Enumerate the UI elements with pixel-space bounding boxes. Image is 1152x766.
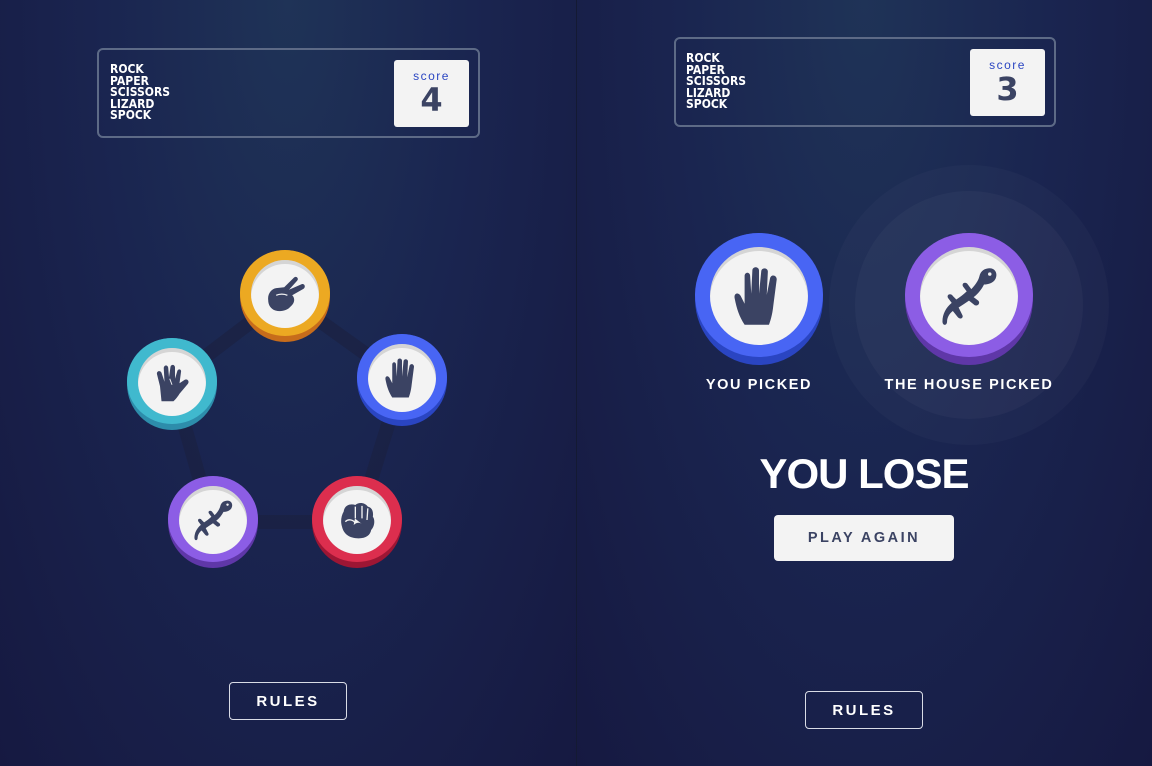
scissors-token[interactable] [240, 250, 330, 342]
fist-icon [337, 500, 377, 540]
lizard-icon [939, 266, 999, 326]
play-again-button[interactable]: PLAY AGAIN [774, 515, 954, 561]
open-hand-icon [384, 357, 420, 399]
rock-token[interactable] [312, 476, 402, 568]
house-picked-lizard-token [905, 233, 1033, 365]
scoreboard-header: ROCK PAPER SCISSORS LIZARD SPOCK score 3 [674, 37, 1056, 127]
rules-button[interactable]: RULES [805, 691, 923, 729]
pentagon-background [165, 289, 409, 529]
right-panel-result-screen: ROCK PAPER SCISSORS LIZARD SPOCK score 3… [577, 0, 1152, 766]
score-value: 3 [996, 70, 1019, 108]
you-picked-label: YOU PICKED [705, 377, 813, 393]
title-line: SPOCK [686, 97, 728, 111]
game-title: ROCK PAPER SCISSORS LIZARD SPOCK [686, 52, 746, 111]
spock-hand-icon [154, 362, 190, 403]
open-hand-icon [732, 265, 786, 327]
left-panel-choose-screen: ROCK PAPER SCISSORS LIZARD SPOCK score 4 [0, 0, 576, 766]
lizard-token[interactable] [168, 476, 258, 568]
paper-token[interactable] [357, 334, 447, 426]
rules-button[interactable]: RULES [229, 682, 347, 720]
lizard-icon [192, 499, 234, 541]
spock-token[interactable] [127, 338, 217, 430]
score-box: score 3 [970, 49, 1045, 116]
house-picked-label: THE HOUSE PICKED [884, 377, 1054, 393]
scissors-hand-icon [265, 276, 305, 313]
result-text: YOU LOSE [759, 450, 969, 497]
you-picked-paper-token [695, 233, 823, 365]
